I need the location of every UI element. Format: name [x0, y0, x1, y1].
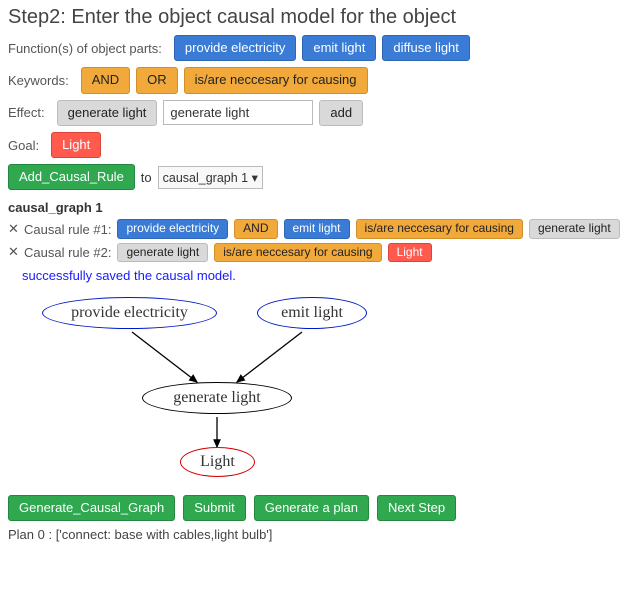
- effect-chip[interactable]: generate light: [57, 100, 158, 126]
- functions-row: Function(s) of object parts: provide ele…: [8, 35, 630, 61]
- generate-plan-button[interactable]: Generate a plan: [254, 495, 369, 521]
- graph-node-provide-electricity: provide electricity: [42, 297, 217, 329]
- submit-button[interactable]: Submit: [183, 495, 245, 521]
- effect-input[interactable]: [163, 100, 313, 125]
- add-rule-row: Add_Causal_Rule to causal_graph 1 ▾: [8, 164, 630, 190]
- next-step-button[interactable]: Next Step: [377, 495, 456, 521]
- save-message: successfully saved the causal model.: [22, 268, 630, 283]
- keyword-necessary[interactable]: is/are neccesary for causing: [184, 67, 368, 93]
- function-chip[interactable]: provide electricity: [174, 35, 296, 61]
- functions-label: Function(s) of object parts:: [8, 41, 162, 56]
- effect-row: Effect: generate light add: [8, 100, 630, 126]
- keywords-label: Keywords:: [8, 73, 69, 88]
- graph-node-emit-light: emit light: [257, 297, 367, 329]
- keywords-row: Keywords: AND OR is/are neccesary for ca…: [8, 67, 630, 93]
- generate-causal-graph-button[interactable]: Generate_Causal_Graph: [8, 495, 175, 521]
- graph-node-light: Light: [180, 447, 255, 477]
- rule-token[interactable]: provide electricity: [117, 219, 228, 238]
- keyword-or[interactable]: OR: [136, 67, 178, 93]
- rule-token[interactable]: generate light: [117, 243, 208, 262]
- delete-rule-icon[interactable]: ✕: [8, 244, 18, 260]
- goal-label: Goal:: [8, 138, 39, 153]
- graph-select-value: causal_graph 1: [163, 171, 248, 185]
- rule-token[interactable]: emit light: [284, 219, 350, 238]
- causal-graph-diagram: provide electricity emit light generate …: [22, 287, 422, 487]
- graph-node-generate-light: generate light: [142, 382, 292, 414]
- chevron-down-icon: ▾: [252, 171, 258, 185]
- rule-token[interactable]: generate light: [529, 219, 620, 238]
- effect-label: Effect:: [8, 105, 45, 120]
- goal-chip[interactable]: Light: [51, 132, 101, 158]
- causal-rule-row: ✕ Causal rule #1: provide electricity AND em…: [8, 219, 630, 238]
- plan-output: Plan 0 : ['connect: base with cables,lig…: [8, 527, 630, 542]
- rule-label: Causal rule #2:: [24, 245, 111, 260]
- delete-rule-icon[interactable]: ✕: [8, 221, 18, 237]
- rule-token[interactable]: is/are neccesary for causing: [214, 243, 381, 262]
- rule-token[interactable]: AND: [234, 219, 277, 238]
- rule-label: Causal rule #1:: [24, 222, 111, 237]
- add-button[interactable]: add: [319, 100, 363, 126]
- causal-graph-title: causal_graph 1: [8, 200, 630, 215]
- function-chip[interactable]: diffuse light: [382, 35, 470, 61]
- page-title: Step2: Enter the object causal model for…: [8, 6, 630, 29]
- keyword-and[interactable]: AND: [81, 67, 130, 93]
- function-chip[interactable]: emit light: [302, 35, 376, 61]
- causal-rule-row: ✕ Causal rule #2: generate light is/are nec…: [8, 243, 630, 262]
- add-rule-to-label: to: [141, 170, 152, 185]
- graph-select[interactable]: causal_graph 1 ▾: [158, 166, 263, 189]
- action-buttons-row: Generate_Causal_Graph Submit Generate a …: [8, 495, 630, 521]
- rule-token[interactable]: Light: [388, 243, 432, 262]
- goal-row: Goal: Light: [8, 132, 630, 158]
- rule-token[interactable]: is/are neccesary for causing: [356, 219, 523, 238]
- add-causal-rule-button[interactable]: Add_Causal_Rule: [8, 164, 135, 190]
